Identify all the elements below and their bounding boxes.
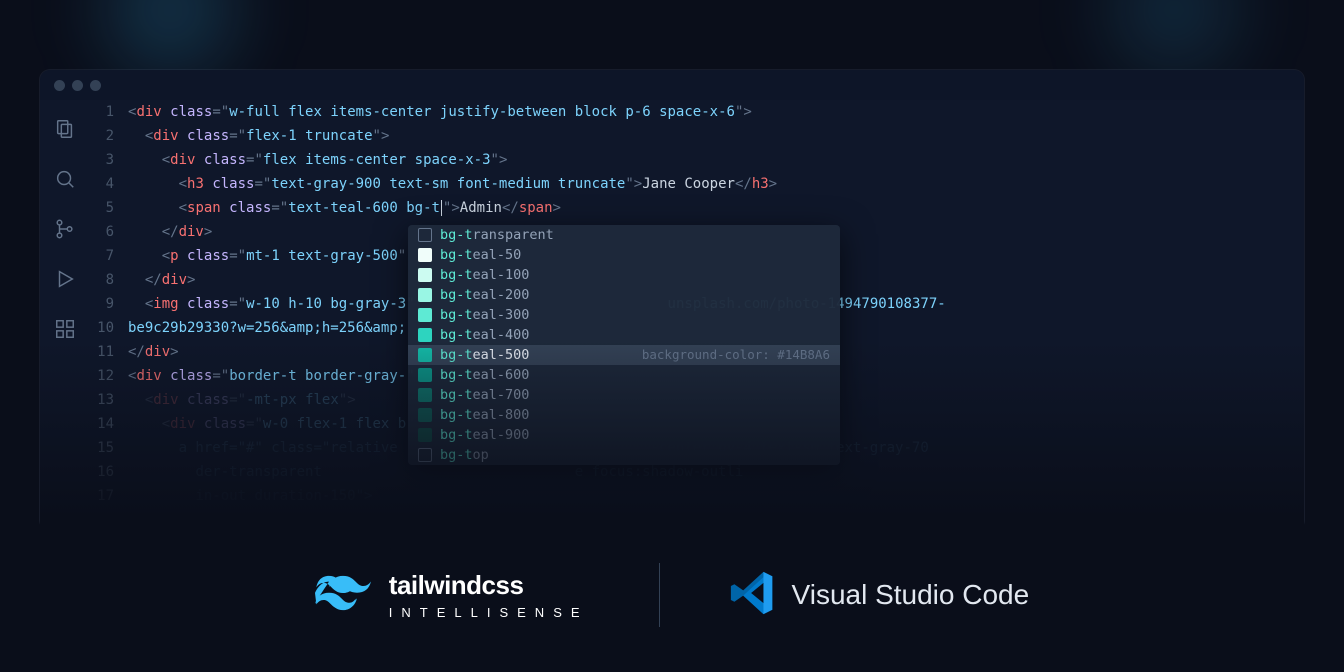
suggestion-label: bg-top [440,445,489,465]
autocomplete-item[interactable]: bg-teal-100 [408,265,840,285]
line-number: 9 [90,292,114,316]
logo-divider [659,563,660,627]
autocomplete-item[interactable]: bg-teal-700 [408,385,840,405]
autocomplete-item[interactable]: bg-teal-400 [408,325,840,345]
suggestion-hint: background-color: #14B8A6 [642,345,830,365]
line-number: 16 [90,460,114,484]
vscode-logo-icon [730,571,774,619]
autocomplete-item[interactable]: bg-teal-300 [408,305,840,325]
line-number: 4 [90,172,114,196]
code-editor[interactable]: 1234567891011121314151617 <div class="w-… [90,100,1304,530]
text-item-icon [418,228,432,242]
code-content[interactable]: <div class="w-full flex items-center jus… [128,100,1304,530]
text-item-icon [418,448,432,462]
color-swatch-icon [418,308,432,322]
window-titlebar [40,70,1304,100]
tailwind-subtitle: INTELLISENSE [389,605,589,620]
tailwind-logo-block: tailwindcss INTELLISENSE [315,570,589,620]
extensions-icon[interactable] [54,318,76,344]
autocomplete-item[interactable]: bg-teal-50 [408,245,840,265]
line-number: 3 [90,148,114,172]
autocomplete-item[interactable]: bg-teal-800 [408,405,840,425]
vscode-logo-block: Visual Studio Code [730,571,1030,619]
line-number: 12 [90,364,114,388]
line-number: 6 [90,220,114,244]
tailwind-wordmark: tailwindcss [389,570,589,601]
vscode-wordmark: Visual Studio Code [792,579,1030,611]
traffic-light-close[interactable] [54,80,65,91]
activity-bar [40,100,90,530]
line-number: 15 [90,436,114,460]
suggestion-label: bg-teal-900 [440,425,529,445]
suggestion-label: bg-teal-500 [440,345,529,365]
color-swatch-icon [418,348,432,362]
autocomplete-item[interactable]: bg-teal-200 [408,285,840,305]
line-number: 11 [90,340,114,364]
code-line[interactable]: <div class="flex-1 truncate"> [128,124,1304,148]
autocomplete-item[interactable]: bg-teal-500 background-color: #14B8A6 [408,345,840,365]
line-number: 13 [90,388,114,412]
color-swatch-icon [418,268,432,282]
suggestion-label: bg-teal-800 [440,405,529,425]
color-swatch-icon [418,368,432,382]
suggestion-label: bg-teal-50 [440,245,521,265]
traffic-light-zoom[interactable] [90,80,101,91]
line-number: 14 [90,412,114,436]
traffic-light-minimize[interactable] [72,80,83,91]
autocomplete-item[interactable]: bg-teal-600 [408,365,840,385]
line-number: 10 [90,316,114,340]
line-number: 5 [90,196,114,220]
autocomplete-item[interactable]: bg-transparent [408,225,840,245]
line-number: 8 [90,268,114,292]
autocomplete-item[interactable]: bg-teal-900 [408,425,840,445]
color-swatch-icon [418,428,432,442]
suggestion-label: bg-transparent [440,225,554,245]
explorer-icon[interactable] [54,118,76,144]
code-line[interactable]: <div class="flex items-center space-x-3"… [128,148,1304,172]
suggestion-label: bg-teal-400 [440,325,529,345]
color-swatch-icon [418,248,432,262]
color-swatch-icon [418,388,432,402]
color-swatch-icon [418,408,432,422]
suggestion-label: bg-teal-200 [440,285,529,305]
source-control-icon[interactable] [54,218,76,244]
run-debug-icon[interactable] [54,268,76,294]
code-line[interactable]: <div class="w-full flex items-center jus… [128,100,1304,124]
suggestion-label: bg-teal-100 [440,265,529,285]
code-line[interactable]: <h3 class="text-gray-900 text-sm font-me… [128,172,1304,196]
search-icon[interactable] [54,168,76,194]
line-number: 17 [90,484,114,508]
line-number: 2 [90,124,114,148]
suggestion-label: bg-teal-700 [440,385,529,405]
color-swatch-icon [418,328,432,342]
tailwind-logo-icon [315,575,371,615]
line-number-gutter: 1234567891011121314151617 [90,100,128,530]
color-swatch-icon [418,288,432,302]
suggestion-label: bg-teal-600 [440,365,529,385]
editor-window: 1234567891011121314151617 <div class="w-… [40,70,1304,530]
autocomplete-popup[interactable]: bg-transparentbg-teal-50bg-teal-100bg-te… [408,225,840,465]
line-number: 1 [90,100,114,124]
code-line[interactable]: in-out duration-150"> [128,484,1304,508]
line-number: 7 [90,244,114,268]
autocomplete-item[interactable]: bg-top [408,445,840,465]
code-line[interactable]: <span class="text-teal-600 bg-t">Admin</… [128,196,1304,220]
branding-row: tailwindcss INTELLISENSE Visual Studio C… [0,563,1344,627]
suggestion-label: bg-teal-300 [440,305,529,325]
